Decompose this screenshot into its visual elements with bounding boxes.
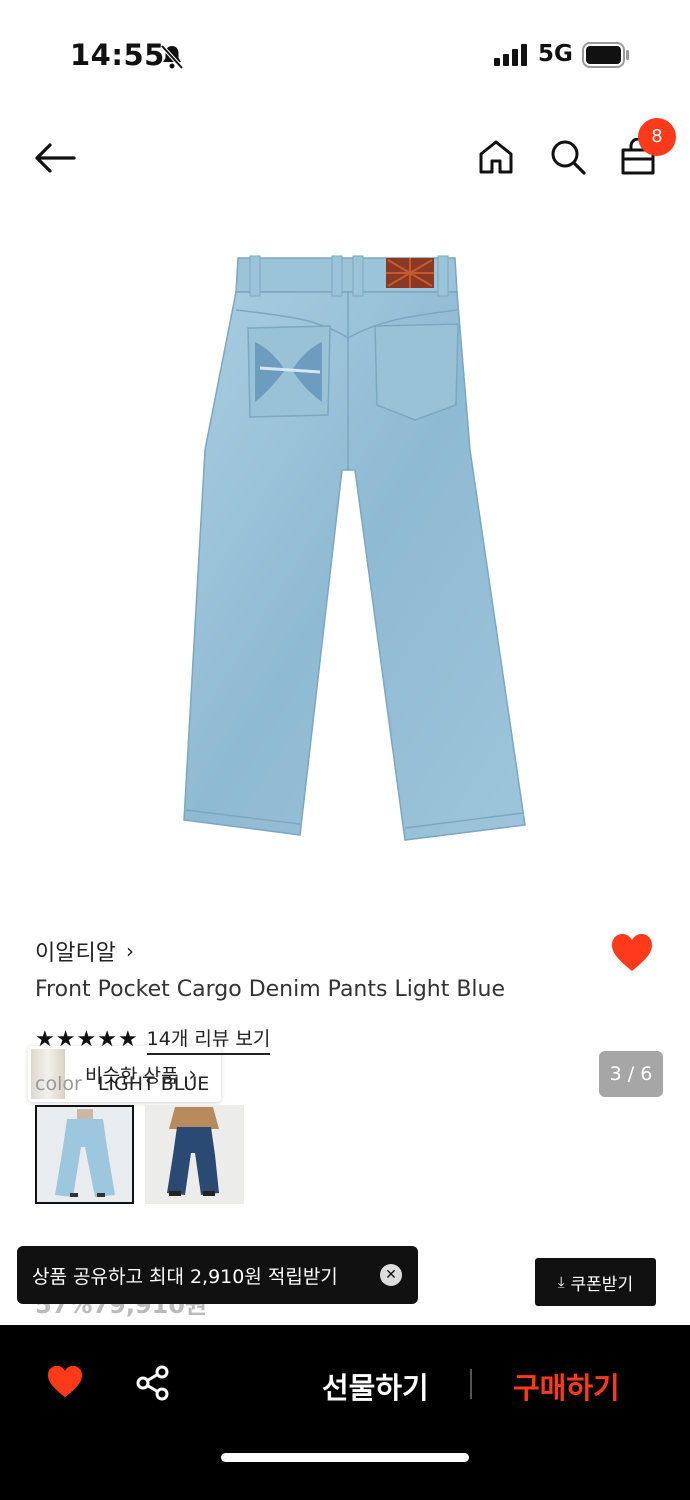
close-icon[interactable]: ✕ [380, 1264, 402, 1286]
divider [470, 1369, 472, 1399]
share-icon[interactable] [136, 1365, 170, 1405]
color-selection: color LIGHT BLUE [35, 1073, 209, 1095]
star-icon: ★ [117, 1027, 138, 1052]
star-icon: ★ [97, 1027, 117, 1052]
bell-slash-icon [160, 44, 184, 74]
color-swatch-light-blue[interactable] [35, 1105, 134, 1204]
product-rating: ★ ★ ★ ★ ★ 14개 리뷰 보기 [35, 1024, 271, 1055]
product-image [183, 255, 526, 841]
color-label: color [35, 1073, 82, 1095]
battery-icon [582, 42, 630, 72]
buy-button[interactable]: 구매하기 [513, 1365, 620, 1407]
share-reward-toast: 상품 공유하고 최대 2,910원 적립받기 ✕ [17, 1246, 418, 1304]
signal-icon [494, 44, 528, 70]
search-icon[interactable] [549, 138, 587, 180]
brand-link[interactable]: 이알티알 › [35, 935, 134, 967]
download-icon: ⤓ [557, 1273, 565, 1291]
home-indicator [221, 1453, 469, 1462]
brand-name: 이알티알 [35, 941, 116, 966]
product-image-gallery[interactable]: 비슷한 상품 › 3 / 6 [0, 230, 690, 1102]
star-icon: ★ [76, 1027, 97, 1052]
star-icon: ★ [35, 1027, 55, 1052]
heart-icon[interactable] [46, 1365, 84, 1403]
gift-button[interactable]: 선물하기 [322, 1365, 429, 1407]
network-type: 5G [538, 41, 573, 67]
heart-icon[interactable] [610, 933, 654, 977]
cart-count-badge: 8 [638, 118, 676, 156]
status-bar: 14:55 5G [0, 0, 690, 100]
status-time: 14:55 [70, 38, 165, 72]
home-icon[interactable] [477, 138, 515, 180]
back-arrow-icon[interactable] [34, 142, 76, 178]
coupon-button[interactable]: ⤓ 쿠폰받기 [535, 1258, 656, 1306]
top-navigation: 8 [0, 110, 690, 205]
bottom-action-bar: 선물하기 구매하기 [0, 1325, 690, 1500]
image-counter: 3 / 6 [599, 1051, 663, 1097]
coupon-label: 쿠폰받기 [570, 1274, 634, 1295]
chevron-right-icon: › [125, 939, 134, 963]
product-title: Front Pocket Cargo Denim Pants Light Blu… [35, 977, 506, 1002]
toast-text: 상품 공유하고 최대 2,910원 적립받기 [32, 1265, 338, 1288]
color-swatch-dark-blue[interactable] [145, 1105, 244, 1204]
color-value: LIGHT BLUE [97, 1073, 210, 1095]
star-icon: ★ [55, 1027, 76, 1052]
reviews-link[interactable]: 14개 리뷰 보기 [146, 1024, 271, 1055]
